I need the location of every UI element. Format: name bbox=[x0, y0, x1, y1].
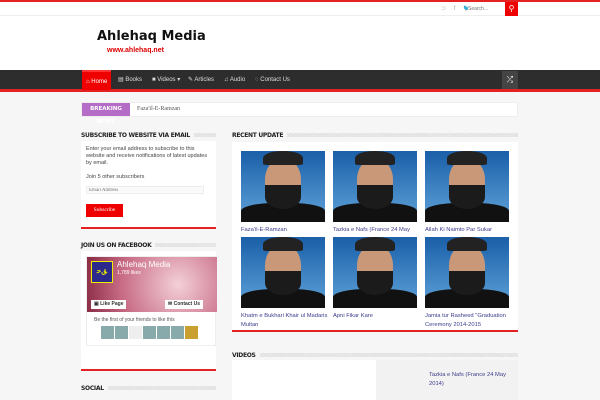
post-title[interactable]: Faza'il-E-Ramzan bbox=[241, 226, 331, 235]
beard bbox=[265, 185, 301, 209]
cap bbox=[447, 151, 487, 165]
nav-articles[interactable]: ✎ Articles bbox=[184, 70, 218, 90]
cap bbox=[447, 237, 487, 251]
videos-title: VIDEOS bbox=[232, 351, 518, 359]
post-thumbnail[interactable] bbox=[425, 151, 509, 222]
search-input[interactable] bbox=[468, 4, 508, 14]
page-logo: ﻖﺣ bbox=[91, 261, 113, 283]
title-text: RECENT UPDATE bbox=[232, 131, 284, 139]
search-icon: ⚲ bbox=[508, 4, 515, 13]
search-button[interactable]: ⚲ bbox=[505, 2, 518, 16]
social-title: SOCIAL bbox=[81, 384, 216, 392]
post-title[interactable]: Tazkia e Nafs (France 24 May bbox=[333, 226, 423, 235]
random-post-button[interactable]: ⤮ bbox=[502, 71, 518, 89]
cap bbox=[263, 237, 303, 251]
title-text: VIDEOS bbox=[232, 351, 256, 359]
cap bbox=[355, 151, 395, 165]
cap bbox=[263, 151, 303, 165]
subscriber-count: Join 5 other subscribers bbox=[86, 174, 145, 180]
contact-us-button[interactable]: ✉ Contact Us bbox=[165, 300, 203, 309]
beard bbox=[265, 271, 301, 295]
btn-label: Like Page bbox=[100, 301, 124, 307]
beard bbox=[449, 185, 485, 209]
friend-avatars bbox=[101, 326, 198, 339]
nav-audio[interactable]: ♫ Audio bbox=[220, 70, 249, 90]
subscribe-desc: Enter your email address to subscribe to… bbox=[86, 146, 208, 166]
post-thumbnail[interactable] bbox=[333, 151, 417, 222]
fb-page-name[interactable]: Ahlehaq Media bbox=[117, 260, 170, 269]
avatar bbox=[101, 326, 114, 339]
stripe bbox=[107, 386, 216, 390]
nav-label: Articles bbox=[194, 77, 215, 83]
fb-friends-text: Be the first of your friends to like thi… bbox=[94, 317, 175, 323]
video-title[interactable]: Tazkia e Nafs (France 24 May 2014) bbox=[429, 371, 514, 388]
post-thumbnail[interactable] bbox=[425, 237, 509, 308]
beard bbox=[357, 271, 393, 295]
nav-contact[interactable]: ◌ Contact Us bbox=[251, 70, 294, 90]
nav-videos[interactable]: ■ Videos ▾ bbox=[148, 70, 184, 90]
avatar bbox=[115, 326, 128, 339]
top-bar: ⊃ f 🐦 ⚲ bbox=[0, 0, 600, 16]
breaking-news: BREAKING NEWS Faza'il-E-Ramzan bbox=[81, 102, 518, 125]
main-nav: ⌂ Home ▤ Books ■ Videos ▾ ✎ Articles ♫ A… bbox=[0, 70, 600, 92]
site-logo[interactable]: Ahlehaq Media bbox=[97, 29, 206, 44]
btn-label: Contact Us bbox=[173, 301, 200, 307]
nav-books[interactable]: ▤ Books bbox=[114, 70, 146, 90]
fb-likes: 1,789 likes bbox=[117, 270, 141, 276]
post-title[interactable]: Khatm e Bukhari Khair ul Madaris Multan bbox=[241, 312, 331, 329]
post-title[interactable]: Allah Ki Naimto Par Sukar bbox=[425, 226, 515, 235]
avatar bbox=[185, 326, 198, 339]
facebook-title: JOIN US ON FACEBOOK bbox=[81, 241, 216, 249]
nav-label: Books bbox=[125, 77, 143, 83]
stripe bbox=[259, 353, 518, 357]
cap bbox=[355, 237, 395, 251]
avatar bbox=[129, 326, 142, 339]
email-field[interactable] bbox=[86, 186, 204, 194]
nav-home[interactable]: ⌂ Home bbox=[82, 70, 112, 90]
subscribe-title: SUBSCRIBE TO WEBSITE VIA EMAIL bbox=[81, 131, 216, 139]
like-page-button[interactable]: ▣ Like Page bbox=[91, 300, 127, 309]
subscribe-button[interactable]: Subscribe bbox=[86, 204, 123, 217]
beard bbox=[357, 185, 393, 209]
header: Ahlehaq Media www.ahlehaq.net bbox=[0, 16, 600, 70]
facebook-page-plugin: ﻖﺣ Ahlehaq Media 1,789 likes ▣ Like Page… bbox=[86, 256, 217, 346]
nav-label: Home bbox=[91, 79, 108, 85]
nav-label: Audio bbox=[229, 77, 246, 83]
post-thumbnail[interactable] bbox=[241, 237, 325, 308]
title-text: JOIN US ON FACEBOOK bbox=[81, 241, 152, 249]
post-thumbnail[interactable] bbox=[333, 237, 417, 308]
avatar bbox=[143, 326, 156, 339]
breaking-label: BREAKING NEWS bbox=[82, 103, 130, 125]
nav-label: Videos ▾ bbox=[157, 77, 181, 83]
nav-label: Contact Us bbox=[260, 77, 290, 83]
post-title[interactable]: Jamia tur Rasheed "Graduation Ceremony 2… bbox=[425, 312, 515, 329]
stripe bbox=[155, 243, 216, 247]
site-url: www.ahlehaq.net bbox=[107, 47, 164, 54]
post-title[interactable]: Apni Fikar Kare bbox=[333, 312, 423, 321]
title-text: SOCIAL bbox=[81, 384, 104, 392]
breaking-link[interactable]: Faza'il-E-Ramzan bbox=[137, 106, 180, 112]
avatar bbox=[171, 326, 184, 339]
recent-title: RECENT UPDATE bbox=[232, 131, 518, 139]
beard bbox=[449, 271, 485, 295]
post-thumbnail[interactable] bbox=[241, 151, 325, 222]
avatar bbox=[157, 326, 170, 339]
stripe bbox=[287, 133, 518, 137]
title-text: SUBSCRIBE TO WEBSITE VIA EMAIL bbox=[81, 131, 190, 139]
stripe bbox=[193, 133, 216, 137]
shuffle-icon: ⤮ bbox=[506, 75, 514, 84]
